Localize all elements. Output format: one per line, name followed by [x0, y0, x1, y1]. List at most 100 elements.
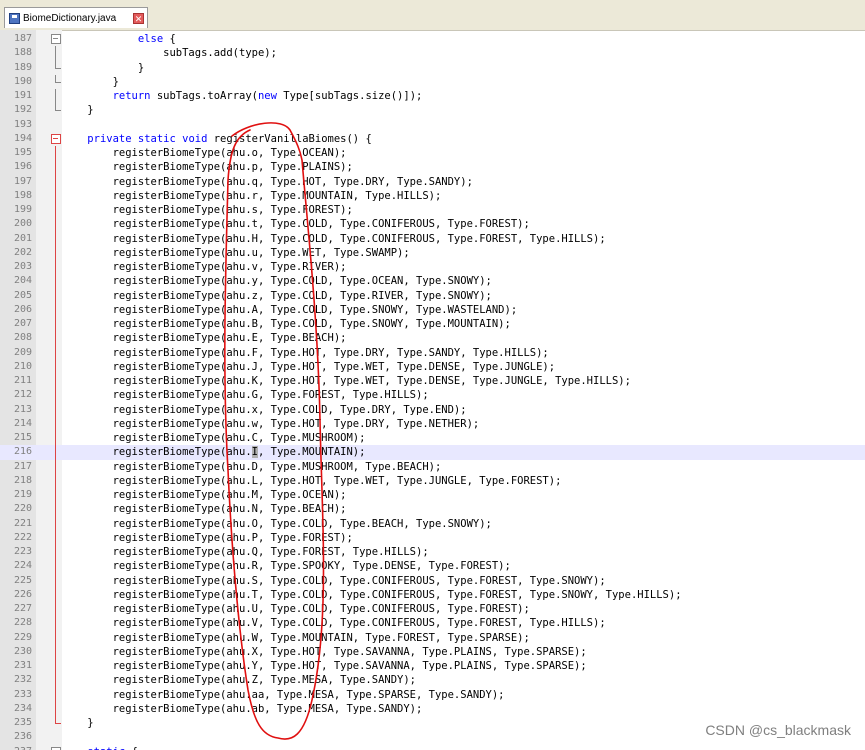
fold-line-marker	[51, 473, 61, 489]
code-line[interactable]: 221 registerBiomeType(ahu.O, Type.COLD, …	[0, 516, 865, 532]
code-text: registerBiomeType(ahu.N, Type.BEACH);	[62, 502, 347, 516]
code-line[interactable]: 198 registerBiomeType(ahu.r, Type.MOUNTA…	[0, 188, 865, 204]
line-number: 209	[13, 346, 32, 358]
code-line[interactable]: 204 registerBiomeType(ahu.y, Type.COLD, …	[0, 274, 865, 289]
fold-line-marker	[51, 231, 61, 247]
keyword-token: new	[257, 90, 277, 102]
code-line[interactable]: 203 registerBiomeType(ahu.v, Type.RIVER)…	[0, 260, 865, 275]
line-number: 217	[13, 460, 32, 472]
code-text: registerBiomeType(ahu.O, Type.COLD, Type…	[62, 517, 492, 531]
code-line[interactable]: 233 registerBiomeType(ahu.aa, Type.MESA,…	[0, 687, 865, 703]
code-line[interactable]: 192 }	[0, 103, 865, 117]
line-number: 188	[13, 47, 32, 59]
code-line[interactable]: 228 registerBiomeType(ahu.V, Type.COLD, …	[0, 616, 865, 631]
fold-line-marker	[51, 602, 61, 617]
code-line[interactable]: 219 registerBiomeType(ahu.M, Type.OCEAN)…	[0, 488, 865, 503]
line-number: 204	[13, 275, 32, 287]
close-icon[interactable]: ✕	[133, 12, 144, 24]
code-text: registerBiomeType(ahu.T, Type.COLD, Type…	[62, 588, 682, 602]
code-line[interactable]: 218 registerBiomeType(ahu.L, Type.HOT, T…	[0, 473, 865, 489]
code-text: registerBiomeType(ahu.u, Type.WET, Type.…	[62, 246, 410, 260]
fold-toggle-icon[interactable]	[51, 32, 61, 46]
code-text: registerBiomeType(ahu.t, Type.COLD, Type…	[62, 217, 530, 231]
code-line[interactable]: 210 registerBiomeType(ahu.J, Type.HOT, T…	[0, 359, 865, 375]
code-line[interactable]: 229 registerBiomeType(ahu.W, Type.MOUNTA…	[0, 630, 865, 646]
code-line[interactable]: 222 registerBiomeType(ahu.P, Type.FOREST…	[0, 530, 865, 546]
line-number: 233	[13, 688, 32, 700]
code-line[interactable]: 214 registerBiomeType(ahu.w, Type.HOT, T…	[0, 416, 865, 432]
code-line[interactable]: 187 else {	[0, 32, 865, 46]
code-line[interactable]: 208 registerBiomeType(ahu.E, Type.BEACH)…	[0, 331, 865, 346]
code-token: registerBiomeType(ahu.H, Type.COLD, Type…	[62, 232, 606, 245]
code-text: registerBiomeType(ahu.B, Type.COLD, Type…	[62, 317, 511, 331]
code-line[interactable]: 237 static {	[0, 745, 865, 750]
code-line[interactable]: 232 registerBiomeType(ahu.Z, Type.MESA, …	[0, 673, 865, 688]
code-line[interactable]: 230 registerBiomeType(ahu.X, Type.HOT, T…	[0, 644, 865, 660]
line-number: 214	[13, 417, 32, 429]
code-line[interactable]: 217 registerBiomeType(ahu.D, Type.MUSHRO…	[0, 459, 865, 475]
code-line[interactable]: 200 registerBiomeType(ahu.t, Type.COLD, …	[0, 217, 865, 232]
code-line[interactable]: 224 registerBiomeType(ahu.R, Type.SPOOKY…	[0, 559, 865, 574]
fold-line-marker	[51, 188, 61, 204]
code-line[interactable]: 190 }	[0, 74, 865, 89]
code-line[interactable]: 202 registerBiomeType(ahu.u, Type.WET, T…	[0, 245, 865, 261]
fold-line-marker	[51, 630, 61, 646]
code-token: registerBiomeType(ahu.	[62, 446, 252, 459]
code-text: registerBiomeType(ahu.r, Type.MOUNTAIN, …	[62, 189, 442, 203]
code-line[interactable]: 197 registerBiomeType(ahu.q, Type.HOT, T…	[0, 174, 865, 190]
code-line[interactable]: 220 registerBiomeType(ahu.N, Type.BEACH)…	[0, 502, 865, 517]
fold-line-marker	[51, 160, 61, 175]
code-line[interactable]: 188 subTags.add(type);	[0, 46, 865, 61]
code-line[interactable]: 194 private static void registerVanillaB…	[0, 132, 865, 146]
line-number: 234	[13, 702, 32, 714]
code-line[interactable]: 226 registerBiomeType(ahu.T, Type.COLD, …	[0, 587, 865, 603]
fold-line-marker	[51, 673, 61, 688]
code-line[interactable]: 206 registerBiomeType(ahu.A, Type.COLD, …	[0, 302, 865, 318]
code-line[interactable]: 215 registerBiomeType(ahu.C, Type.MUSHRO…	[0, 431, 865, 446]
code-text: registerBiomeType(ahu.H, Type.COLD, Type…	[62, 232, 606, 246]
fold-line-marker	[51, 502, 61, 517]
code-line[interactable]: 199 registerBiomeType(ahu.s, Type.FOREST…	[0, 203, 865, 218]
code-line[interactable]: 211 registerBiomeType(ahu.K, Type.HOT, T…	[0, 374, 865, 389]
code-line[interactable]: 231 registerBiomeType(ahu.Y, Type.HOT, T…	[0, 659, 865, 674]
code-line[interactable]: 212 registerBiomeType(ahu.G, Type.FOREST…	[0, 388, 865, 403]
code-line[interactable]: 227 registerBiomeType(ahu.U, Type.COLD, …	[0, 602, 865, 617]
save-icon	[9, 12, 20, 24]
code-line[interactable]: 189 }	[0, 60, 865, 75]
code-line[interactable]: 195 registerBiomeType(ahu.o, Type.OCEAN)…	[0, 146, 865, 161]
code-token: registerBiomeType(ahu.z, Type.COLD, Type…	[62, 289, 492, 302]
code-text: registerBiomeType(ahu.q, Type.HOT, Type.…	[62, 175, 473, 189]
line-number: 208	[13, 332, 32, 344]
code-text: registerBiomeType(ahu.I, Type.MOUNTAIN);	[62, 445, 365, 459]
code-line[interactable]: 196 registerBiomeType(ahu.p, Type.PLAINS…	[0, 160, 865, 175]
code-line[interactable]: 191 return subTags.toArray(new Type[subT…	[0, 89, 865, 104]
code-line[interactable]: 213 registerBiomeType(ahu.x, Type.COLD, …	[0, 402, 865, 418]
code-line[interactable]: 207 registerBiomeType(ahu.B, Type.COLD, …	[0, 317, 865, 332]
code-token: registerBiomeType(ahu.p, Type.PLAINS);	[62, 161, 353, 174]
code-line[interactable]: 209 registerBiomeType(ahu.F, Type.HOT, T…	[0, 345, 865, 361]
code-token: Type[subTags.size()]);	[276, 90, 423, 102]
fold-line-marker	[51, 260, 61, 275]
code-token: registerVanillaBiomes() {	[207, 132, 372, 145]
code-line[interactable]: 216 registerBiomeType(ahu.I, Type.MOUNTA…	[0, 445, 865, 460]
code-token: registerBiomeType(ahu.Q, Type.FOREST, Ty…	[62, 546, 429, 558]
code-line[interactable]: 193	[0, 118, 865, 132]
tab-biome-dictionary[interactable]: BiomeDictionary.java ✕	[4, 7, 148, 28]
code-token: registerBiomeType(ahu.v, Type.RIVER);	[62, 261, 347, 273]
fold-line-marker	[51, 217, 61, 232]
code-token: , Type.MOUNTAIN);	[257, 446, 366, 459]
fold-toggle-icon[interactable]	[51, 745, 61, 750]
code-token: {	[125, 746, 138, 750]
code-line[interactable]: 234 registerBiomeType(ahu.ab, Type.MESA,…	[0, 701, 865, 717]
code-line[interactable]: 201 registerBiomeType(ahu.H, Type.COLD, …	[0, 231, 865, 247]
fold-line-marker	[51, 488, 61, 503]
code-token: registerBiomeType(ahu.B, Type.COLD, Type…	[62, 318, 511, 330]
code-line[interactable]: 205 registerBiomeType(ahu.z, Type.COLD, …	[0, 288, 865, 304]
fold-toggle-icon[interactable]	[51, 132, 61, 146]
fold-line-marker	[51, 644, 61, 660]
code-editor[interactable]: 187 else {188 subTags.add(type); 189 } 190…	[0, 30, 865, 750]
code-line[interactable]: 223 registerBiomeType(ahu.Q, Type.FOREST…	[0, 545, 865, 560]
code-line[interactable]: 225 registerBiomeType(ahu.S, Type.COLD, …	[0, 573, 865, 589]
